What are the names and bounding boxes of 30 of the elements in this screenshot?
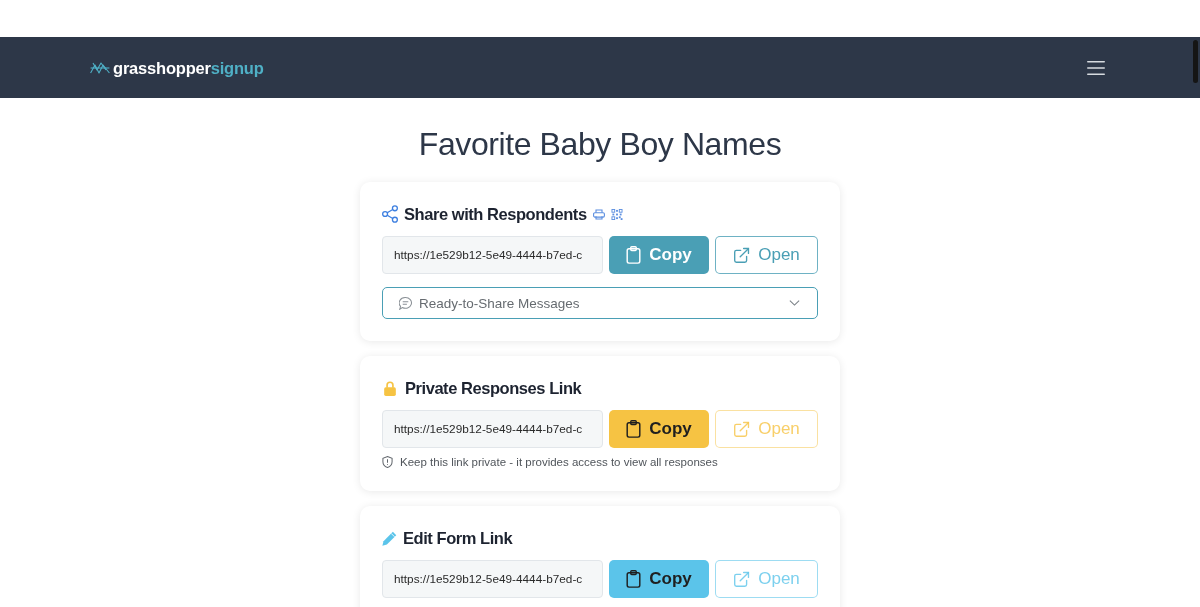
external-link-icon [733,570,751,588]
lock-icon [384,380,396,396]
card-title: Edit Form Link [403,528,513,548]
page-title: Favorite Baby Boy Names [418,125,782,164]
logo-text[interactable]: grasshoppersignup [113,57,264,78]
print-icon[interactable] [592,208,605,220]
url-field[interactable]: https://1e529b12-5e49-4444-b7ed-c [382,410,603,448]
pencil-icon [382,530,397,546]
card-title: Share with Respondents [404,204,587,224]
menu-icon [1087,60,1105,75]
url-field[interactable]: https://1e529b12-5e49-4444-b7ed-c [382,560,603,598]
external-link-icon [733,246,751,264]
messages-dropdown[interactable]: Ready-to-Share Messages [382,287,818,319]
qr-code-icon[interactable] [610,208,623,220]
copy-button[interactable]: Copy [609,560,709,598]
chat-bubble-icon [399,296,412,310]
menu-button[interactable] [1087,60,1105,75]
card-title: Private Responses Link [405,378,582,398]
logo-icon [90,61,110,74]
share-icon [382,205,398,223]
chevron-down-icon [789,300,800,306]
shield-icon [382,456,393,468]
clipboard-icon [626,246,642,264]
scrollbar-thumb[interactable] [1193,40,1198,83]
external-link-icon [733,420,751,438]
note-text: Keep this link private - it provides access to view all responses [400,455,718,469]
copy-button[interactable]: Copy [609,410,709,448]
clipboard-icon [626,420,642,438]
clipboard-icon [626,570,642,588]
url-field[interactable]: https://1e529b12-5e49-4444-b7ed-c [382,236,603,274]
